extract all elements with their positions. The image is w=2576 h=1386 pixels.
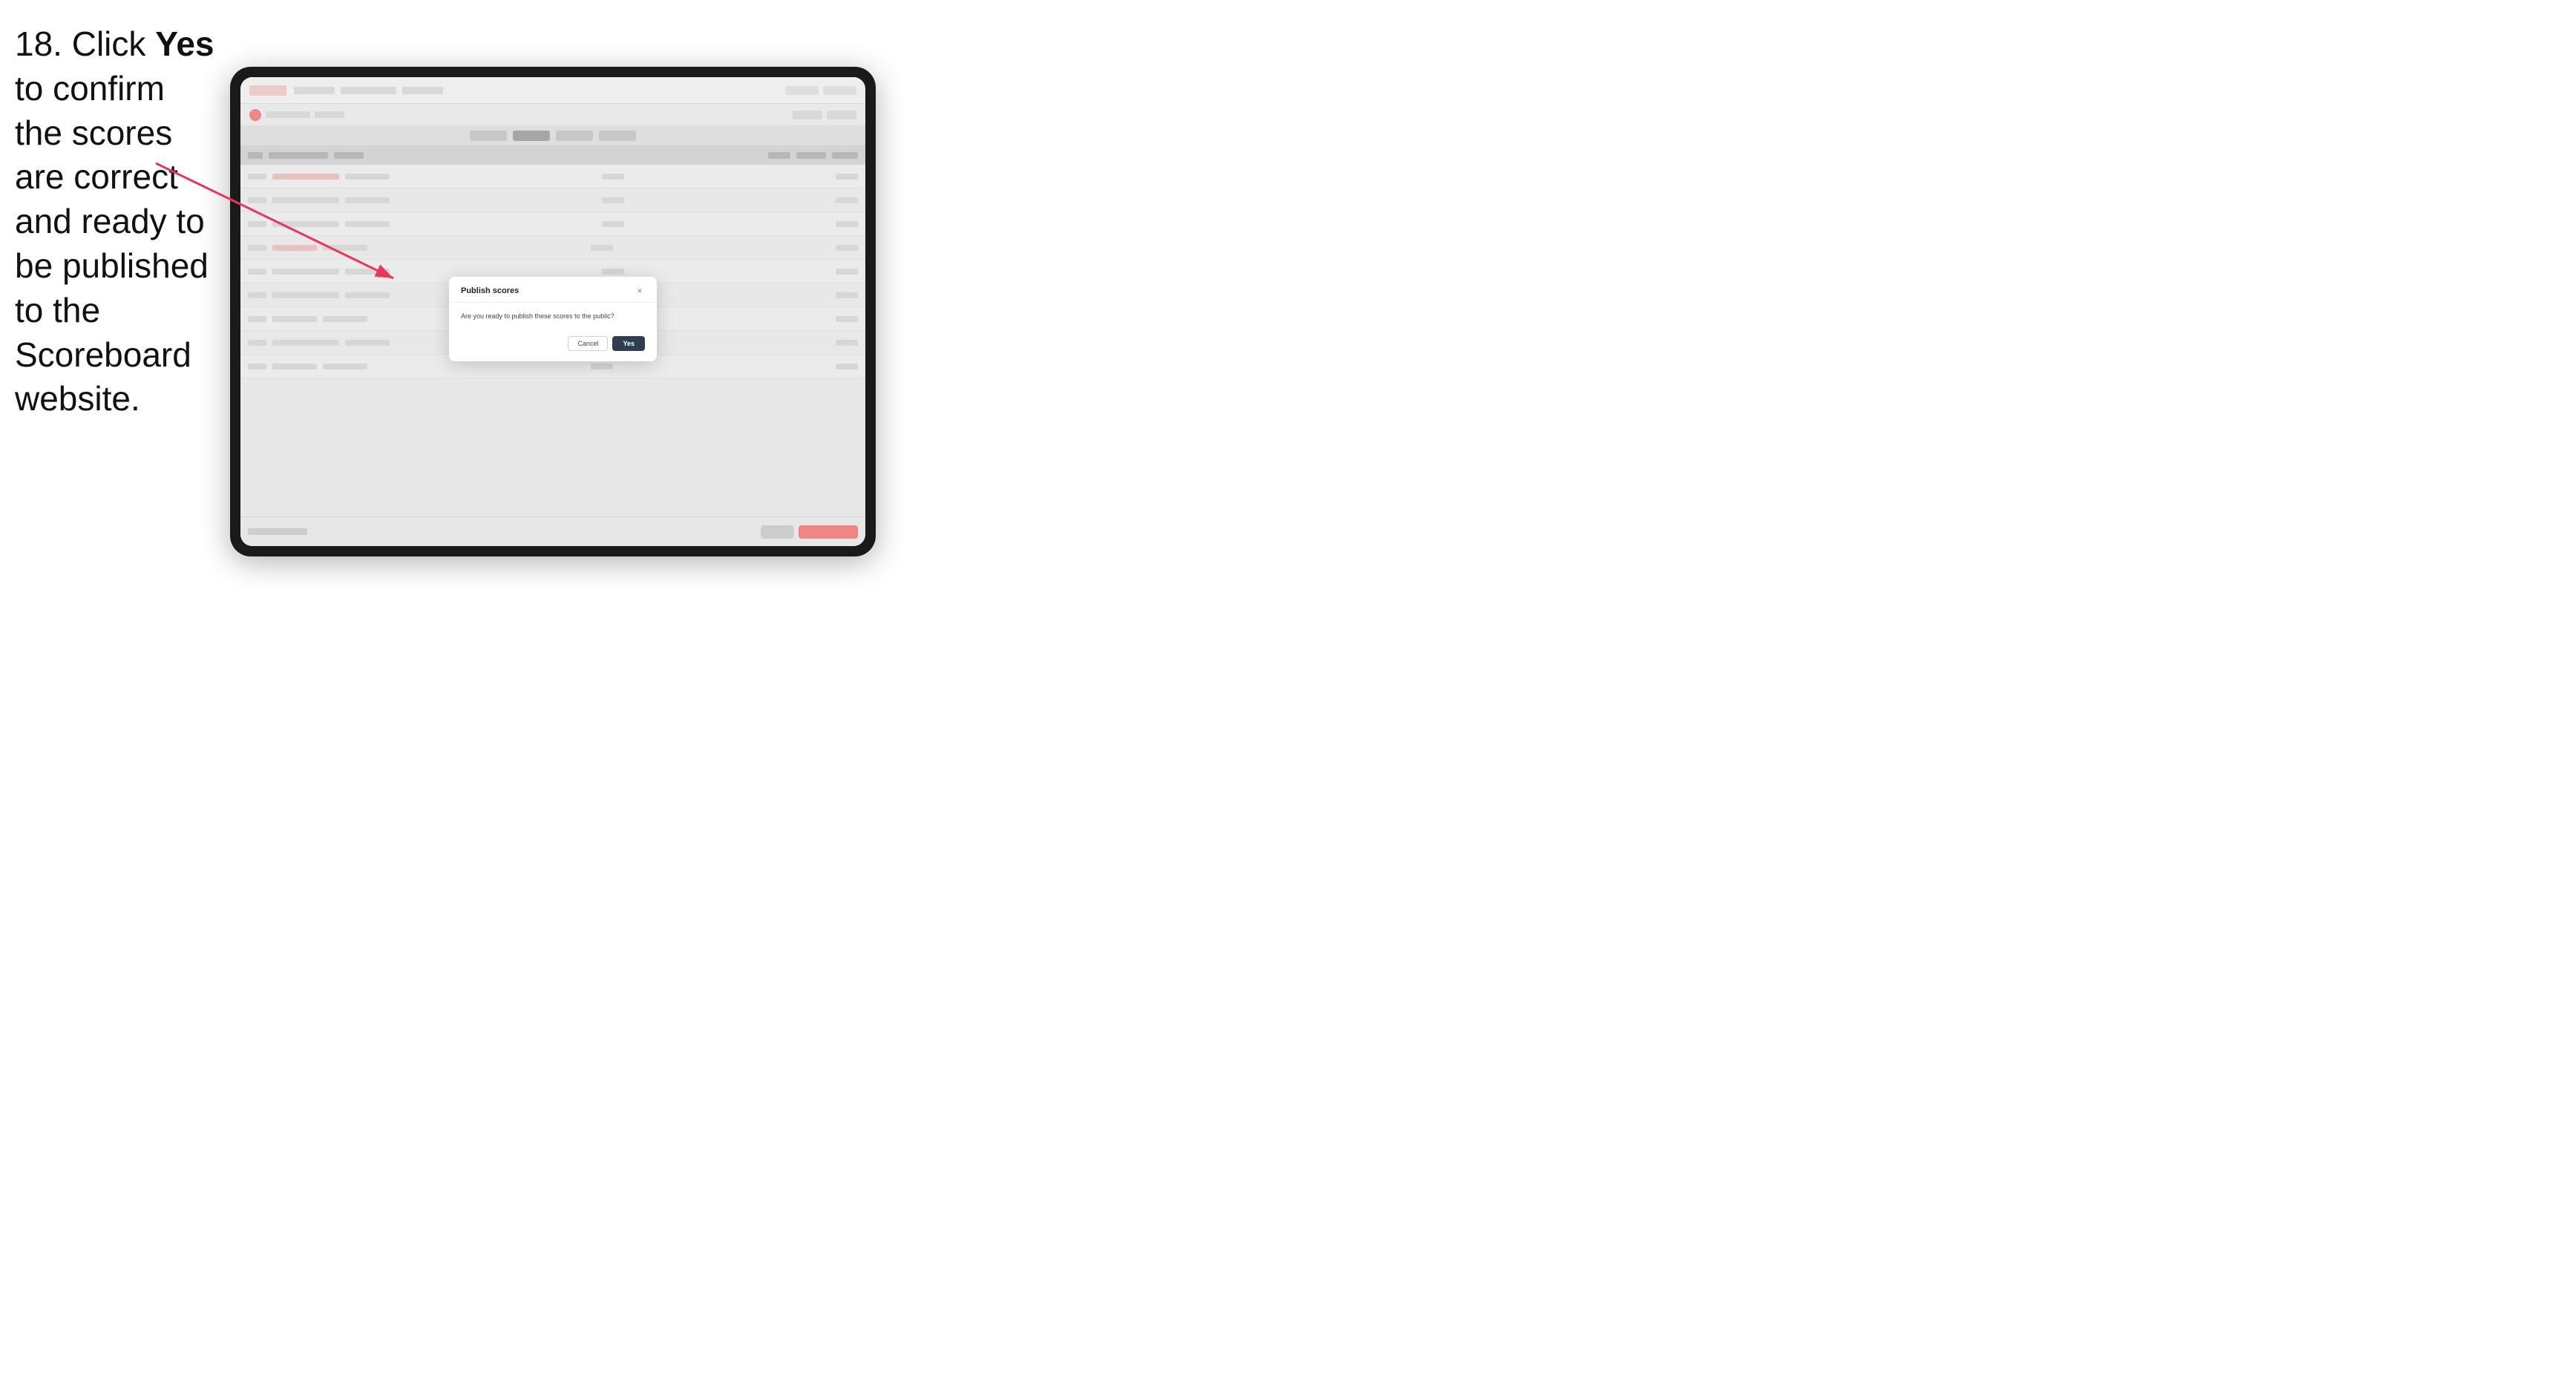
tablet-container: Publish scores × Are you ready to publis… xyxy=(230,67,876,556)
bold-yes-word: Yes xyxy=(155,24,214,63)
tablet-frame: Publish scores × Are you ready to publis… xyxy=(230,67,876,556)
modal-header: Publish scores × xyxy=(449,277,657,303)
modal-footer: Cancel Yes xyxy=(449,330,657,361)
modal-overlay: Publish scores × Are you ready to publis… xyxy=(240,77,865,546)
instruction-text: 18. Click Yes to confirm the scores are … xyxy=(15,22,215,421)
tablet-screen: Publish scores × Are you ready to publis… xyxy=(240,77,865,546)
modal-title: Publish scores xyxy=(461,286,519,295)
text-before: Click xyxy=(62,24,155,63)
instruction-block: 18. Click Yes to confirm the scores are … xyxy=(15,22,215,421)
cancel-button[interactable]: Cancel xyxy=(568,336,608,351)
publish-scores-modal: Publish scores × Are you ready to publis… xyxy=(449,277,657,361)
step-number: 18. xyxy=(15,24,62,63)
modal-close-button[interactable]: × xyxy=(635,286,645,296)
modal-body: Are you ready to publish these scores to… xyxy=(449,303,657,330)
yes-button[interactable]: Yes xyxy=(612,336,645,351)
modal-message: Are you ready to publish these scores to… xyxy=(461,312,645,321)
text-after: to confirm the scores are correct and re… xyxy=(15,69,209,418)
